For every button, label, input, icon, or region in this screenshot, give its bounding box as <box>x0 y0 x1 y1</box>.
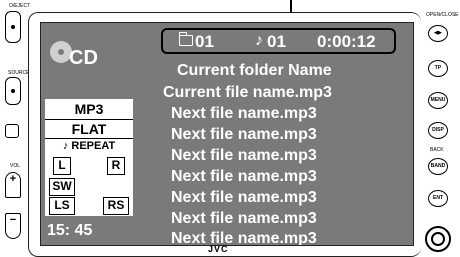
source-icon <box>11 89 15 93</box>
next-file-1: Next file name.mp3 <box>171 105 317 122</box>
speaker-ls: LS <box>49 197 75 215</box>
info-panel: MP3 FLAT ♪ REPEAT L R SW LS RS <box>45 99 133 216</box>
back-label: BACK <box>430 147 444 153</box>
eject-button[interactable] <box>5 11 21 43</box>
divider <box>45 138 133 139</box>
left-button-strip: O/EJECT SOURCE VOL + − <box>0 0 31 255</box>
control-knob[interactable] <box>425 226 451 252</box>
next-file-3: Next file name.mp3 <box>171 147 317 164</box>
brand-logo: JVC <box>208 244 229 254</box>
next-file-7: Next file name.mp3 <box>171 230 317 246</box>
current-folder-name: Current folder Name <box>177 62 332 79</box>
volume-down-button[interactable]: − <box>5 213 21 239</box>
next-file-5: Next file name.mp3 <box>171 189 317 206</box>
function-button[interactable] <box>5 124 19 138</box>
band-button[interactable]: BAND <box>428 158 448 175</box>
source-label: CD <box>69 47 98 69</box>
menu-button[interactable]: MENU <box>428 92 448 109</box>
track-number: 01 <box>267 32 286 51</box>
folder-number: 01 <box>195 32 214 51</box>
source-button[interactable] <box>5 77 21 105</box>
current-file-name: Current file name.mp3 <box>163 84 332 101</box>
speaker-r: R <box>107 157 125 175</box>
disp-button[interactable]: DISP <box>428 122 448 139</box>
display-screen: CD 01 ♪ 01 0:00:12 Current folder Name C… <box>40 22 414 246</box>
source-label: SOURCE <box>8 70 30 76</box>
enter-button[interactable]: ENT <box>428 190 448 207</box>
speaker-rs: RS <box>103 197 129 215</box>
eject-label: O/EJECT <box>9 3 31 9</box>
next-file-4: Next file name.mp3 <box>171 168 317 185</box>
volume-label: VOL <box>10 163 21 169</box>
open-close-icon: ◀▶ <box>434 30 442 36</box>
speaker-sw: SW <box>49 178 75 196</box>
tp-button[interactable]: TP <box>428 60 448 77</box>
elapsed-time: 0:00:12 <box>317 32 376 51</box>
folder-icon <box>178 32 193 46</box>
format-indicator: MP3 <box>74 101 104 117</box>
eject-icon <box>11 25 15 29</box>
volume-up-button[interactable]: + <box>5 172 21 198</box>
open-close-button[interactable]: ◀▶ <box>428 25 448 42</box>
eq-indicator: FLAT <box>71 121 107 137</box>
clock: 15: 45 <box>47 222 93 239</box>
speaker-l: L <box>53 157 71 175</box>
open-close-label: OPEN/CLOSE <box>426 12 459 18</box>
music-note-icon: ♪ <box>62 140 69 152</box>
next-file-6: Next file name.mp3 <box>171 210 317 227</box>
divider <box>45 119 133 120</box>
next-file-2: Next file name.mp3 <box>171 126 317 143</box>
music-note-icon: ♪ <box>255 32 263 49</box>
repeat-indicator: ♪ REPEAT <box>45 140 133 152</box>
repeat-label: REPEAT <box>71 140 116 152</box>
